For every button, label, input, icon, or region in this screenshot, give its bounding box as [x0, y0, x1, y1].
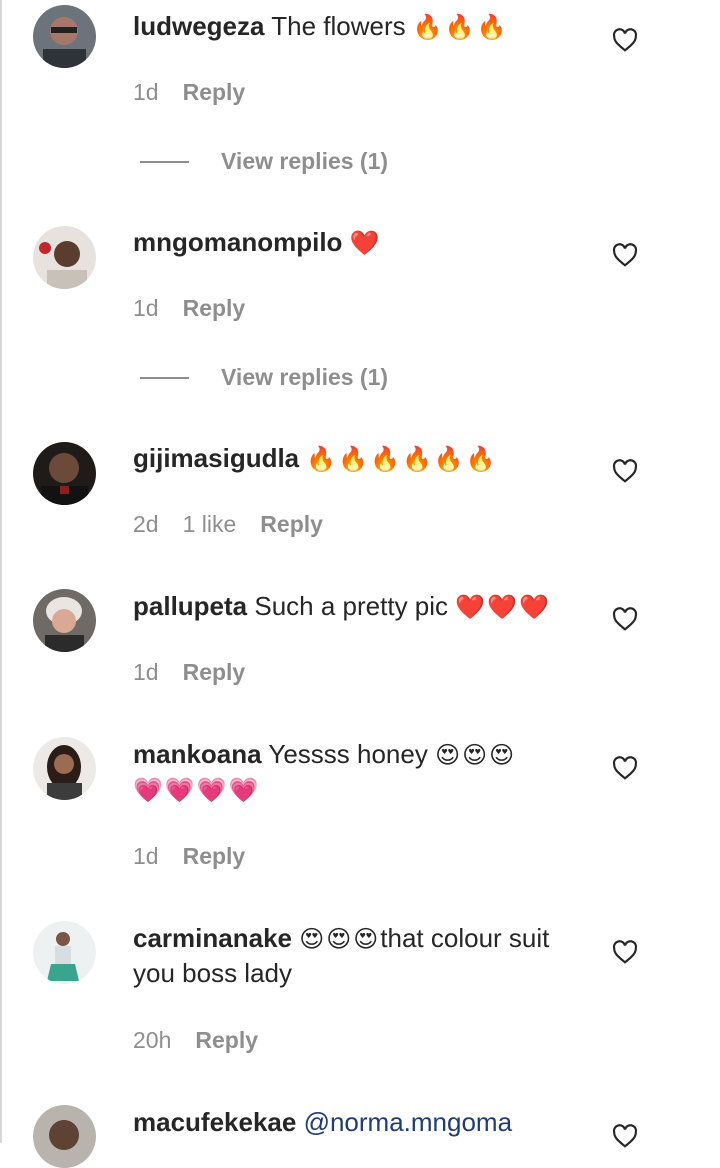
view-replies-button[interactable]: View replies (1) — [140, 148, 388, 175]
comment-meta: 1d Reply — [133, 295, 245, 322]
comment-time: 20h — [133, 1027, 172, 1053]
heart-icon[interactable] — [612, 607, 638, 631]
comment-mention-link[interactable]: @norma.mngoma — [304, 1107, 512, 1137]
avatar[interactable] — [33, 1105, 96, 1168]
comment-time: 1d — [133, 659, 159, 685]
comment-emoji: 😍😍😍 — [435, 741, 517, 769]
comment-meta: 1d Reply — [133, 843, 245, 870]
replies-divider — [140, 160, 189, 163]
heart-icon[interactable] — [612, 243, 638, 267]
comment-emoji: 😍😍😍 — [299, 925, 381, 953]
heart-icon[interactable] — [612, 756, 638, 780]
comment-body: Yessss honey — [268, 739, 436, 769]
reply-button[interactable]: Reply — [183, 295, 246, 322]
comment-emoji: ❤️ — [349, 229, 382, 257]
comment-username[interactable]: mankoana — [133, 739, 262, 769]
avatar[interactable] — [33, 226, 96, 289]
replies-divider — [140, 376, 189, 379]
comment-username[interactable]: mngomanompilo — [133, 227, 342, 257]
comment-emoji: 🔥🔥🔥🔥🔥🔥 — [306, 445, 498, 473]
comment-body: The flowers — [271, 11, 413, 41]
comment-text: gijimasigudla 🔥🔥🔥🔥🔥🔥 — [133, 441, 593, 476]
comment-text: mngomanompilo ❤️ — [133, 225, 593, 260]
avatar[interactable] — [33, 5, 96, 68]
comment-likes[interactable]: 1 like — [183, 511, 237, 538]
comment-text: carminanake 😍😍😍that colour suit you boss… — [133, 921, 593, 990]
comment-body: Such a pretty pic — [254, 591, 456, 621]
view-replies-label: View replies (1) — [221, 364, 389, 390]
comment-username[interactable]: ludwegeza — [133, 11, 264, 41]
comment-text: ludwegeza The flowers 🔥🔥🔥 — [133, 9, 593, 44]
comment-time: 1d — [133, 295, 159, 321]
left-edge-border — [0, 0, 2, 1143]
comment-username[interactable]: pallupeta — [133, 591, 247, 621]
view-replies-button[interactable]: View replies (1) — [140, 364, 388, 391]
reply-button[interactable]: Reply — [183, 659, 246, 686]
comment-time: 1d — [133, 843, 159, 869]
heart-icon[interactable] — [612, 1124, 638, 1148]
comment-time: 2d — [133, 511, 159, 537]
avatar[interactable] — [33, 921, 96, 984]
comment-text: macufekekae @norma.mngoma — [133, 1105, 593, 1139]
heart-icon[interactable] — [612, 459, 638, 483]
comment-meta: 20h Reply — [133, 1027, 258, 1054]
comment-text: mankoana Yessss honey 😍😍😍 💗💗💗💗 — [133, 737, 593, 807]
comment-meta: 1d Reply — [133, 79, 245, 106]
comment-meta: 2d 1 like Reply — [133, 511, 323, 538]
reply-button[interactable]: Reply — [195, 1027, 258, 1054]
comment-emoji: 🔥🔥🔥 — [412, 13, 509, 41]
view-replies-label: View replies (1) — [221, 148, 389, 174]
comment-username[interactable]: gijimasigudla — [133, 443, 299, 473]
avatar[interactable] — [33, 737, 96, 800]
reply-button[interactable]: Reply — [183, 843, 246, 870]
comment-username[interactable]: carminanake — [133, 923, 292, 953]
avatar[interactable] — [33, 442, 96, 505]
comment-time: 1d — [133, 79, 159, 105]
comment-username[interactable]: macufekekae — [133, 1107, 296, 1137]
comment-emoji: ❤️❤️❤️ — [455, 593, 551, 621]
comment-meta: 1d Reply — [133, 659, 245, 686]
reply-button[interactable]: Reply — [183, 79, 246, 106]
reply-button[interactable]: Reply — [260, 511, 323, 538]
heart-icon[interactable] — [612, 940, 638, 964]
comment-emoji-line-2: 💗💗💗💗 — [133, 776, 261, 804]
avatar[interactable] — [33, 589, 96, 652]
heart-icon[interactable] — [612, 28, 638, 52]
comment-text: pallupeta Such a pretty pic ❤️❤️❤️ — [133, 589, 593, 624]
